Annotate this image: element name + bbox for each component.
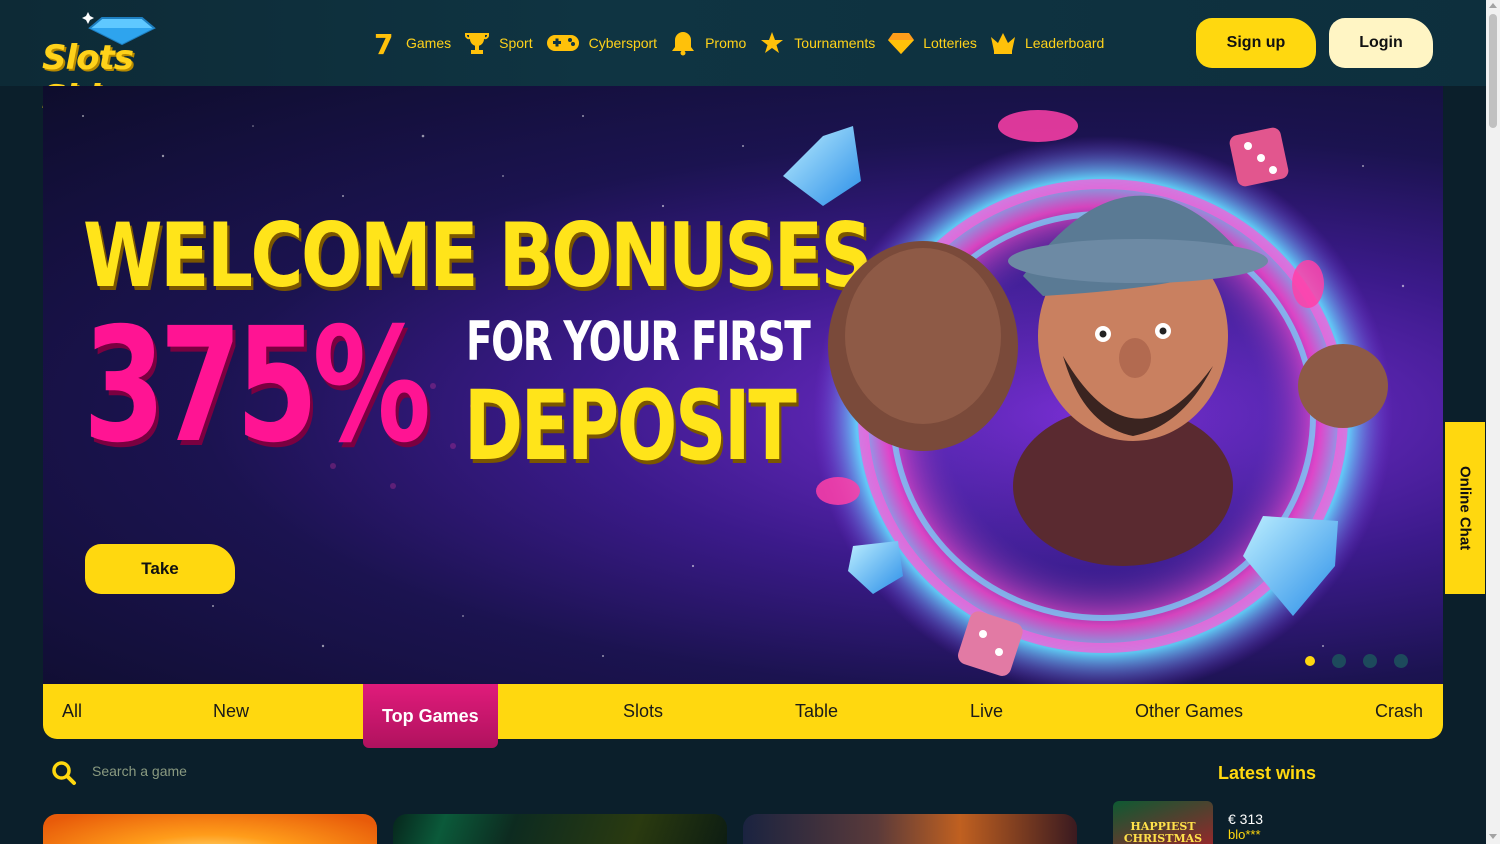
promo-banner: WELCOME BONUSES 375% FOR YOUR FIRST DEPO…	[43, 86, 1443, 684]
slider-dot-3[interactable]	[1363, 654, 1377, 668]
nav-label-tournaments: Tournaments	[794, 35, 876, 51]
crown-icon	[989, 29, 1017, 57]
nav-item-games[interactable]: 7 Games	[370, 29, 451, 57]
scrollbar-thumb[interactable]	[1489, 14, 1497, 128]
page-scrollbar[interactable]	[1486, 0, 1500, 844]
nav-item-cybersport[interactable]: Cybersport	[545, 29, 657, 57]
tab-crash[interactable]: Crash	[1375, 684, 1423, 739]
star-icon	[758, 29, 786, 57]
nav-label-lotteries: Lotteries	[923, 35, 977, 51]
search-input[interactable]	[84, 756, 384, 786]
latest-win-thumbnail[interactable]: HAPPIEST CHRISTMAS TREE	[1113, 801, 1213, 844]
slider-dot-4[interactable]	[1394, 654, 1408, 668]
svg-text:7: 7	[374, 29, 393, 57]
site-logo[interactable]: Slots Shine	[40, 10, 210, 118]
scroll-down-arrow-icon[interactable]	[1489, 834, 1497, 839]
nav-label-leaderboard: Leaderboard	[1024, 35, 1105, 51]
nav-label-cybersport: Cybersport	[588, 35, 658, 51]
gamepad-icon	[545, 29, 581, 57]
tab-all[interactable]: All	[62, 684, 82, 739]
site-header: Slots Shine 7 Games Sport Cybersport Pro…	[0, 0, 1500, 118]
nav-label-games: Games	[406, 35, 452, 51]
banner-title-percent: 375%	[83, 294, 431, 478]
diamond-icon	[887, 29, 915, 57]
latest-win-thumb-text: HAPPIEST CHRISTMAS TREE	[1123, 820, 1203, 844]
category-tabs: All New Top Games Slots Table Live Other…	[43, 684, 1443, 748]
nav-item-tournaments[interactable]: Tournaments	[758, 29, 875, 57]
nav-label-promo: Promo	[705, 35, 747, 51]
bell-icon	[669, 29, 697, 57]
game-card[interactable]	[743, 814, 1077, 844]
tab-slots[interactable]: Slots	[623, 684, 663, 739]
nav-item-sport[interactable]: Sport	[463, 29, 533, 57]
tab-new[interactable]: New	[213, 684, 249, 739]
online-chat-label: Online Chat	[1456, 465, 1474, 551]
trophy-icon	[463, 29, 491, 57]
tab-other-games[interactable]: Other Games	[1135, 684, 1243, 739]
latest-win-user: blo***	[1228, 827, 1261, 842]
tab-table[interactable]: Table	[795, 684, 838, 739]
nav-item-promo[interactable]: Promo	[669, 29, 746, 57]
signup-button[interactable]: Sign up	[1196, 18, 1316, 68]
main-nav: 7 Games Sport Cybersport Promo Tournamen…	[370, 26, 1116, 60]
tab-top-games[interactable]: Top Games	[363, 684, 498, 748]
nav-item-lotteries[interactable]: Lotteries	[887, 29, 977, 57]
search-icon[interactable]	[51, 760, 77, 786]
scroll-up-arrow-icon[interactable]	[1489, 3, 1497, 8]
seven-icon: 7	[370, 29, 398, 57]
login-button[interactable]: Login	[1329, 18, 1433, 68]
online-chat-button[interactable]: Online Chat	[1445, 422, 1485, 594]
slider-dots	[1305, 654, 1425, 668]
latest-wins-title: Latest wins	[1218, 763, 1317, 783]
game-card[interactable]	[43, 814, 377, 844]
game-card[interactable]	[393, 814, 727, 844]
tab-live[interactable]: Live	[970, 684, 1003, 739]
latest-win-amount: € 313	[1228, 811, 1264, 827]
take-bonus-button[interactable]: Take	[85, 544, 235, 594]
slider-dot-2[interactable]	[1332, 654, 1346, 668]
hero-illustration	[783, 110, 1393, 684]
nav-item-leaderboard[interactable]: Leaderboard	[989, 29, 1104, 57]
nav-label-sport: Sport	[499, 35, 533, 51]
slider-dot-1[interactable]	[1305, 656, 1315, 666]
